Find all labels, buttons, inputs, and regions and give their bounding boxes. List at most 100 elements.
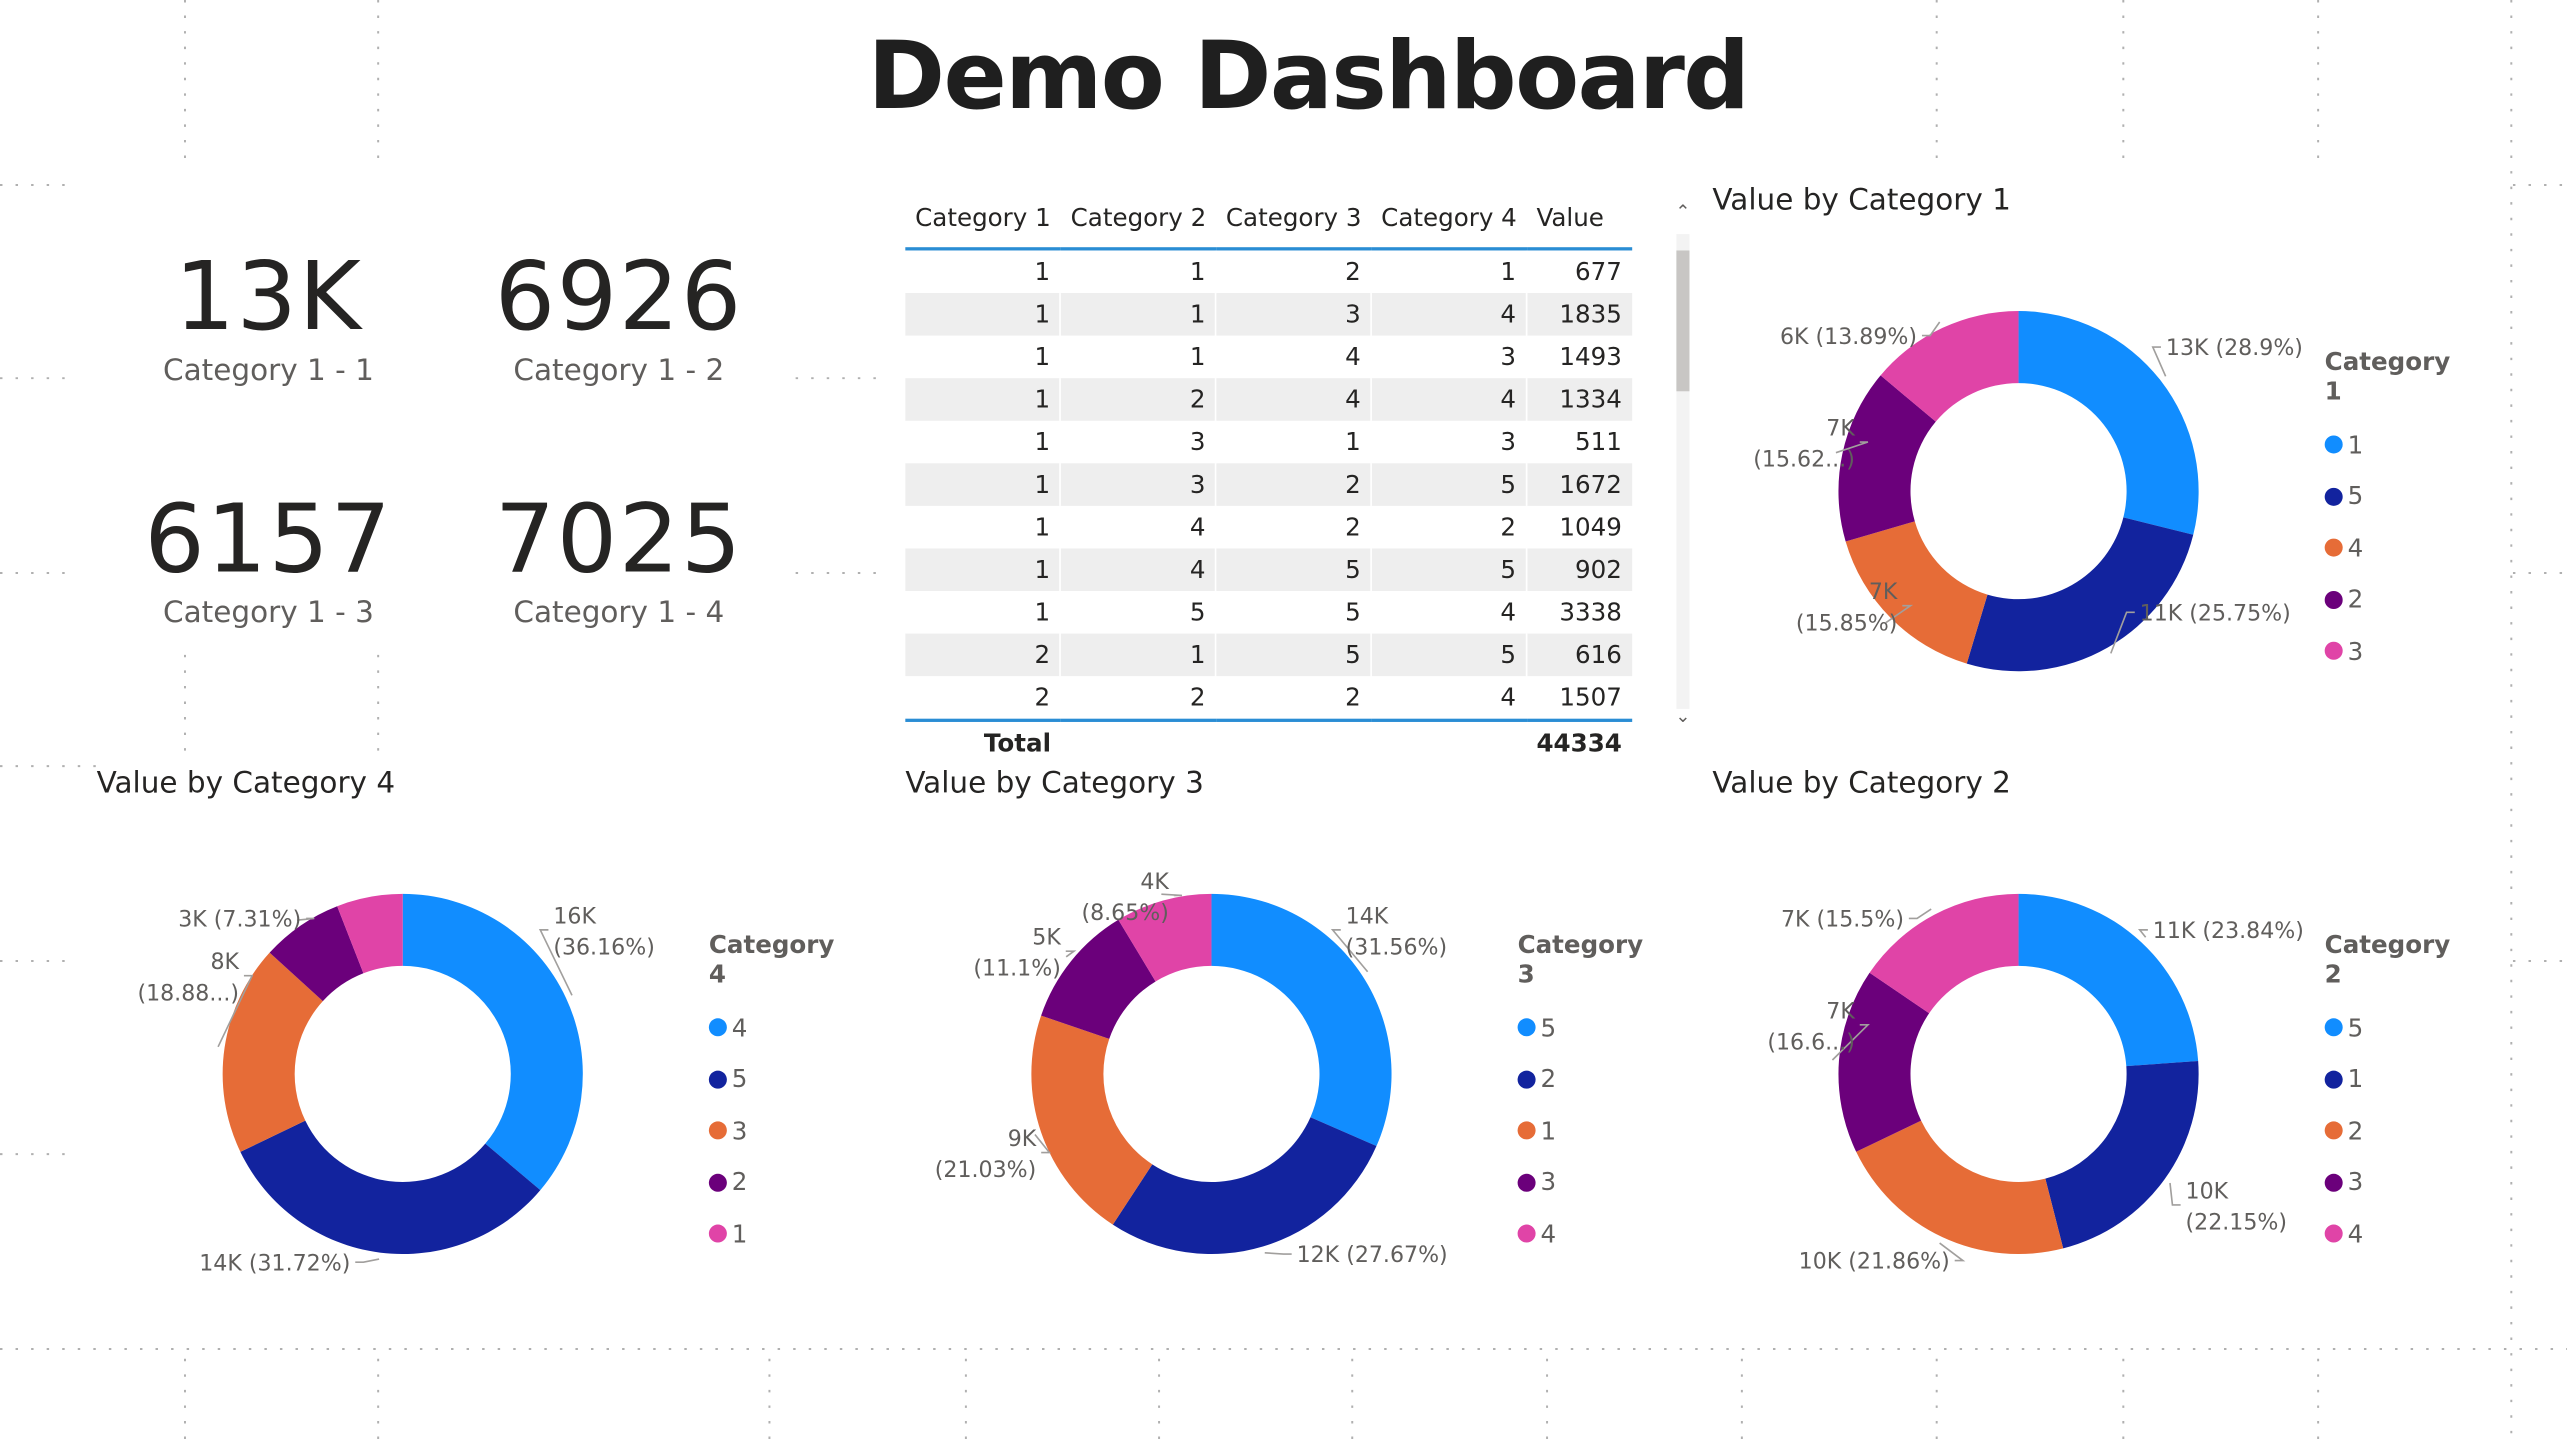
legend-item[interactable]: 2: [2324, 574, 2472, 626]
card-category-1-3[interactable]: 6157 Category 1 - 3: [138, 485, 400, 631]
legend-item[interactable]: 1: [2324, 419, 2472, 471]
table-cell: 2: [905, 676, 1062, 721]
donut-chart-category-4[interactable]: Value by Category 4 16K (36.16%) 14K (31.72…: [87, 766, 856, 1323]
legend-item[interactable]: 3: [1517, 1157, 1665, 1209]
table-cell: 3: [1216, 293, 1373, 336]
card-category-1-4[interactable]: 7025 Category 1 - 4: [488, 485, 750, 631]
legend-item[interactable]: 5: [708, 1053, 856, 1105]
legend-label: 4: [2347, 1219, 2364, 1249]
table-cell: 616: [1526, 633, 1632, 677]
legend-item[interactable]: 1: [2324, 1053, 2472, 1105]
chevron-down-icon[interactable]: ⌄: [1675, 706, 1691, 729]
legend-item[interactable]: 4: [2324, 522, 2472, 574]
data-label: 7K (16.6...): [1767, 998, 1855, 1055]
column-header-category-4[interactable]: Category 4: [1371, 188, 1527, 251]
legend-item[interactable]: 2: [2324, 1105, 2472, 1157]
table-row[interactable]: 2 1 5 5 616: [905, 633, 1632, 677]
card-value: 6926: [494, 240, 743, 352]
table-cell: 1: [1060, 633, 1217, 677]
data-label: 4K (8.65%): [1081, 869, 1169, 926]
legend-dot-icon: [1517, 1224, 1536, 1243]
legend-label: 3: [2347, 636, 2364, 666]
donut-slice-5[interactable]: [1211, 893, 1392, 1147]
chevron-up-icon[interactable]: ⌃: [1675, 201, 1691, 224]
data-table: Category 1 Category 2 Category 3 Categor…: [905, 188, 1632, 765]
table-cell: 4: [1371, 293, 1528, 336]
legend-item[interactable]: 5: [1517, 1002, 1665, 1054]
card-category-1-2[interactable]: 6926 Category 1 - 2: [488, 242, 750, 388]
table-cell: 3: [1060, 463, 1217, 506]
table-cell: 1: [905, 293, 1062, 336]
table-cell: 4: [1060, 505, 1217, 549]
legend-item[interactable]: 2: [708, 1157, 856, 1209]
chart-legend: Category 2 5 1 2 3 4: [2324, 930, 2472, 1260]
table-row[interactable]: 1 1 4 3 1493: [905, 335, 1631, 379]
table-visual[interactable]: Category 1 Category 2 Category 3 Categor…: [905, 188, 1691, 765]
legend-item[interactable]: 3: [2324, 625, 2472, 677]
legend-item[interactable]: 3: [2324, 1157, 2472, 1209]
legend-dot-icon: [708, 1173, 727, 1192]
column-header-category-3[interactable]: Category 3: [1216, 188, 1372, 251]
chart-legend: Category 3 5 2 1 3 4: [1517, 929, 1665, 1260]
legend-label: 4: [2347, 533, 2364, 563]
table-cell: 1: [1216, 420, 1373, 464]
legend-dot-icon: [2324, 1224, 2343, 1243]
table-cell: 5: [1371, 463, 1528, 506]
table-cell: 4: [1216, 378, 1373, 421]
legend-item[interactable]: 3: [708, 1105, 856, 1157]
data-label: 10K (21.86%): [1799, 1249, 1950, 1275]
legend-item[interactable]: 4: [708, 1002, 856, 1054]
donut-chart-category-1[interactable]: Value by Category 1 13K (28.9%) 11K (25.75…: [1703, 183, 2472, 740]
table-row[interactable]: 1 4 5 5 902: [905, 548, 1632, 591]
table-cell: 2: [1216, 505, 1373, 549]
data-label: 8K (18.88...): [137, 949, 239, 1006]
table-cell: 1: [905, 505, 1062, 549]
data-label: 9K (21.03%): [935, 1126, 1037, 1183]
legend-label: 2: [2347, 1116, 2364, 1146]
legend-item[interactable]: 4: [2324, 1208, 2472, 1260]
table-row[interactable]: 1 2 4 4 1334: [905, 378, 1632, 421]
legend-title: Category 3: [1517, 929, 1644, 989]
table-cell: 3: [1060, 420, 1217, 464]
legend-label: 4: [731, 1012, 748, 1043]
legend-label: 3: [1540, 1167, 1557, 1198]
table-row[interactable]: 1 3 2 5 1672: [905, 463, 1632, 506]
table-cell: 2: [1216, 676, 1373, 721]
table-cell: 1: [905, 548, 1062, 591]
donut-slice-2[interactable]: [1856, 1120, 2064, 1255]
column-header-category-2[interactable]: Category 2: [1060, 188, 1217, 251]
legend-dot-icon: [1517, 1121, 1536, 1140]
table-cell: 1672: [1526, 463, 1632, 506]
table-row[interactable]: 1 1 3 4 1835: [905, 293, 1632, 336]
legend-dot-icon: [2324, 487, 2343, 506]
column-header-category-1[interactable]: Category 1: [905, 188, 1061, 251]
table-cell: 1: [1060, 335, 1217, 379]
donut-slice-5[interactable]: [1966, 517, 2194, 672]
table-cell: 1: [905, 378, 1062, 421]
scroll-thumb[interactable]: [1676, 250, 1690, 392]
legend-item[interactable]: 4: [1517, 1208, 1665, 1260]
table-cell: 1835: [1526, 293, 1632, 336]
table-row[interactable]: 1 3 1 3 511: [905, 420, 1631, 464]
donut-slice-2[interactable]: [1112, 1117, 1377, 1255]
table-row[interactable]: 1 1 2 1 677: [905, 248, 1631, 294]
table-scrollbar[interactable]: ⌃ ⌄: [1675, 201, 1691, 728]
legend-label: 4: [1540, 1219, 1557, 1249]
legend-item[interactable]: 5: [2324, 1002, 2472, 1054]
table-row[interactable]: 1 4 2 2 1049: [905, 505, 1631, 549]
column-header-value[interactable]: Value: [1526, 188, 1632, 251]
card-category-1-1[interactable]: 13K Category 1 - 1: [138, 242, 400, 388]
donut-chart-category-3[interactable]: Value by Category 3 14K (31.56%) 12K (27.67…: [895, 766, 1664, 1323]
legend-item[interactable]: 5: [2324, 471, 2472, 523]
legend-title: Category 4: [708, 929, 835, 989]
legend-item[interactable]: 2: [1517, 1053, 1665, 1105]
legend-item[interactable]: 1: [1517, 1105, 1665, 1157]
table-row[interactable]: 1 5 5 4 3338: [905, 590, 1631, 634]
legend-label: 2: [1540, 1064, 1557, 1094]
legend-item[interactable]: 1: [708, 1208, 856, 1260]
donut-chart-category-2[interactable]: Value by Category 2 11K (23.84%) 10K (22.15…: [1703, 766, 2472, 1323]
donut-slice-1[interactable]: [2045, 1060, 2199, 1249]
legend-label: 3: [731, 1116, 748, 1146]
table-row[interactable]: 2 2 2 4 1507: [905, 676, 1631, 721]
donut-slice-4[interactable]: [1845, 521, 1988, 664]
